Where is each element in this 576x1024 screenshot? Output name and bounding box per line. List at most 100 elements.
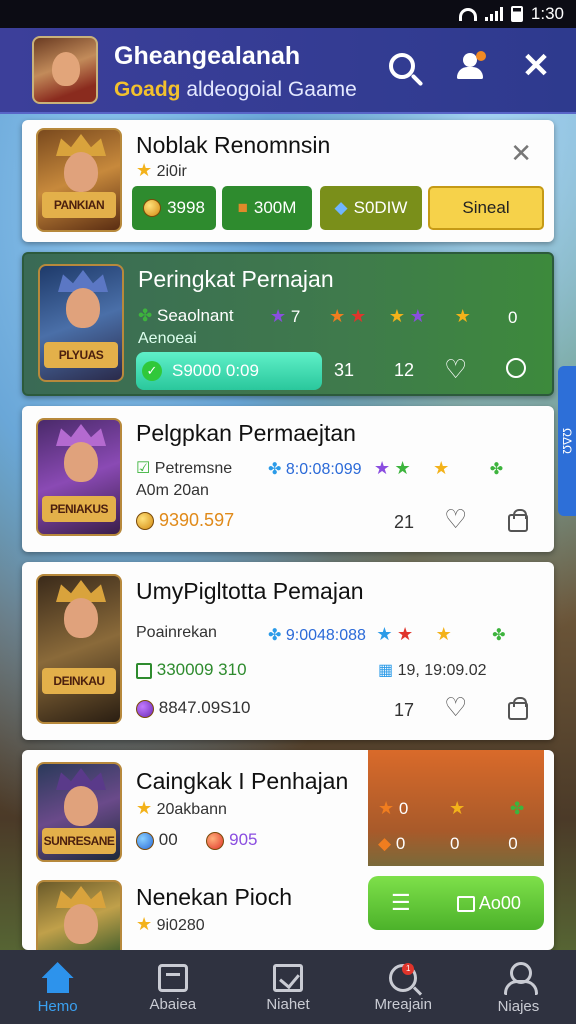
game-card-2[interactable]: PLYUAS Peringkat Pernajan ✤ Seaolnant ★ … [22, 252, 554, 396]
chest-icon: ■ [237, 198, 248, 217]
tab-tasks[interactable]: Niahet [230, 950, 345, 1024]
rating-value: 9i0280 [156, 917, 205, 934]
count-a: 31 [334, 360, 355, 380]
tab-label: Mreajain [374, 996, 432, 1013]
count-b: 12 [394, 360, 415, 380]
rating-row: ★ 20akbann [136, 798, 227, 819]
signal-icon [484, 7, 503, 21]
chip-label: S0DIW [353, 198, 408, 217]
stat-label: Petremsne [154, 460, 233, 477]
game-thumbnail: PENIAKUS [36, 418, 122, 536]
timer-value: 9:0048:088 [285, 627, 366, 644]
thumbnail-banner: PANKIAN [42, 192, 116, 218]
stat-row: ✤ Seaolnant [138, 306, 234, 326]
hero-face [66, 288, 100, 328]
game-card-3[interactable]: PENIAKUS Pelgpkan Permaejtan ☑ Petremsne… [22, 406, 554, 552]
bag-button[interactable] [508, 697, 528, 725]
fire-icon [206, 831, 225, 850]
star-icon: ★ [433, 458, 450, 478]
wifi-icon [458, 7, 477, 21]
item-button[interactable]: ■ 300M [222, 186, 312, 230]
thumbnail-banner: DEINKAU [42, 668, 116, 694]
coin-row: 9390.597 [136, 510, 234, 531]
like-count: 17 [394, 700, 415, 720]
gem-button[interactable]: ◆ S0DIW [320, 186, 422, 230]
menu-icon: ☰ [391, 890, 411, 915]
like-button[interactable]: ♡ [444, 694, 467, 720]
app-header: Gheangealanah Goadg aldeogoial Gaame ✕ [0, 28, 576, 114]
game-thumbnail: DEINKAU [36, 574, 122, 724]
tab-label: Abaiea [149, 996, 197, 1013]
stat-value: 00 [158, 830, 178, 849]
tab-label: Hemo [37, 998, 78, 1015]
game-card-5[interactable]: SUNRESANE Caingkak I Penhajan ★ 20akbann… [22, 750, 554, 950]
progress-label: S9000 0:09 [172, 361, 259, 380]
app-title: Gheangealanah [114, 42, 301, 70]
thumbnail-banner: PENIAKUS [42, 496, 116, 522]
bag-icon [508, 697, 528, 720]
coins-button[interactable]: 3998 [132, 186, 216, 230]
thumbnail-banner: PLYUAS [44, 342, 118, 368]
chat-button[interactable] [506, 358, 526, 383]
hero-face [64, 152, 98, 192]
chip-label: 300M [253, 198, 297, 217]
stat-row: 00 905 [136, 830, 258, 850]
search-icon [389, 53, 415, 79]
tab-inventory[interactable]: Abaiea [115, 950, 230, 1024]
check-box-icon: ☑ [136, 460, 151, 477]
tab-home[interactable]: Hemo [0, 950, 115, 1024]
date-value: 19, 19:09.02 [397, 662, 487, 679]
friends-button[interactable] [450, 46, 490, 86]
side-value: 0 [508, 308, 518, 327]
progress-button[interactable]: ✓ S9000 0:09 [136, 352, 322, 390]
bottom-tab-bar: Hemo Abaiea Niahet 1 Mreajain Niajes [0, 950, 576, 1024]
star-icon: ★ [136, 160, 153, 180]
play-action-button[interactable]: ☰ Ao00 [368, 876, 544, 930]
star-icon: ★ [136, 914, 153, 934]
clover-icon: ✤ [489, 461, 504, 478]
calendar-icon: ▦ [378, 662, 394, 679]
coin-row: 8847.09S10 [136, 698, 250, 718]
tab-profile[interactable]: Niajes [461, 950, 576, 1024]
game-card-1[interactable]: PANKIAN Noblak Renomnsin ★ 2i0ir 3998 ■ … [22, 120, 554, 242]
action-label: Ao00 [456, 893, 521, 914]
hero-face [64, 442, 98, 482]
star-icon: ★ [376, 624, 393, 644]
like-button[interactable]: ♡ [444, 354, 467, 385]
heart-icon: ♡ [444, 504, 468, 534]
star-icon: ★ [329, 306, 346, 326]
coin-value: 9390.597 [159, 510, 235, 530]
notification-badge: 1 [402, 963, 415, 975]
star-value: 7 [290, 307, 301, 326]
card-title: Noblak Renomnsin [136, 132, 331, 158]
star-icon: ★ [373, 458, 391, 478]
game-card-4[interactable]: DEINKAU UmyPigltotta Pemajan Poainrekan … [22, 562, 554, 740]
stat-row: Poainrekan [136, 624, 217, 641]
game-thumbnail: SUNRESANE [36, 762, 122, 862]
battery-icon [510, 6, 523, 22]
star-icon: ★ [396, 624, 414, 644]
reward-panel[interactable]: ★ 0 ★ ✤ ◆ 0 0 0 [368, 750, 544, 866]
app-subtitle: Goadg aldeogoial Gaame [114, 78, 357, 102]
gem-icon: ◆ [378, 834, 392, 853]
side-drawer-tab[interactable]: ΩΔΩ [558, 366, 576, 516]
profile-avatar[interactable] [32, 36, 98, 104]
clover-icon: ✤ [492, 627, 506, 644]
like-button[interactable]: ♡ [444, 506, 467, 532]
dismiss-card-icon[interactable]: ✕ [510, 138, 532, 169]
stat-row: ☑ Petremsne [136, 458, 232, 478]
hero-face [64, 786, 98, 826]
bag-button[interactable] [508, 509, 528, 537]
close-button[interactable]: ✕ [516, 46, 556, 86]
search-button[interactable] [382, 46, 422, 86]
score-value: 330009 310 [156, 660, 247, 679]
status-time: 1:30 [530, 4, 564, 23]
card-title: Caingkak I Penhajan [136, 768, 349, 794]
signal-button[interactable]: Sineal [428, 186, 544, 230]
card-title: UmyPigltotta Pemajan [136, 578, 364, 604]
gem-icon [136, 699, 154, 718]
tab-search[interactable]: 1 Mreajain [346, 950, 461, 1024]
star-icon: ★ [388, 306, 405, 326]
status-bar: 1:30 [0, 0, 576, 28]
video-icon [456, 895, 475, 912]
